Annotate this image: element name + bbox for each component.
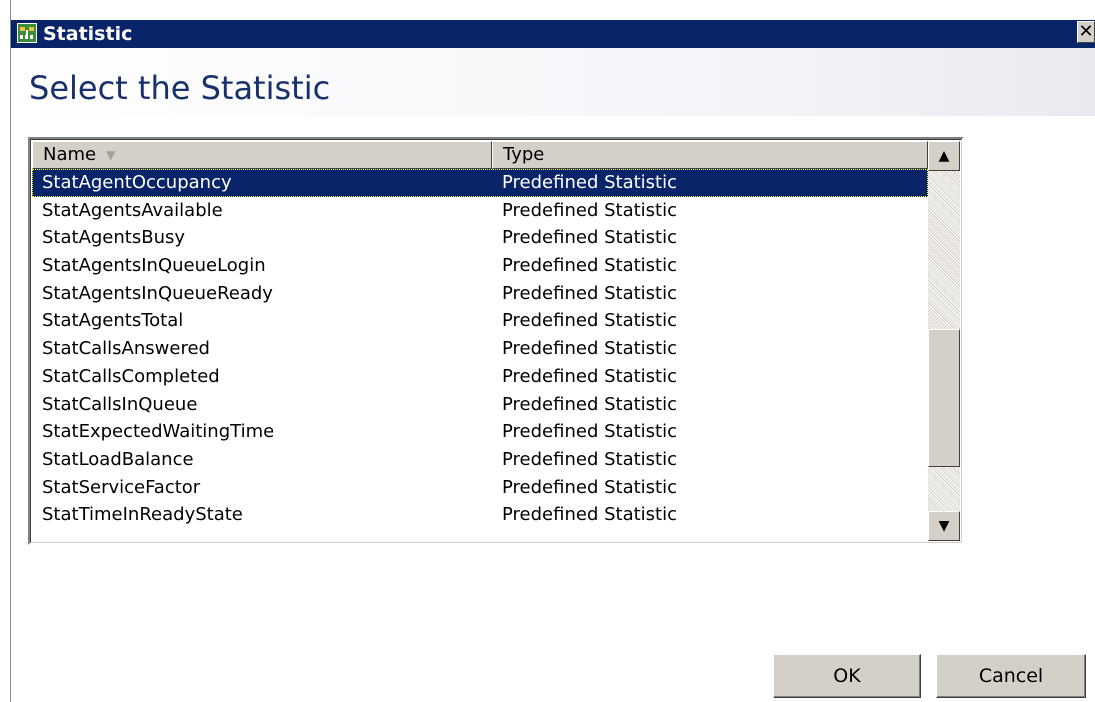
row-type-cell: Predefined Statistic bbox=[502, 365, 677, 387]
list-row[interactable]: StatAgentsTotal Predefined Statistic bbox=[32, 307, 928, 335]
row-type-cell: Predefined Statistic bbox=[502, 393, 677, 415]
statistic-list-frame: Name ▼ Type StatAgentOccupancy Predefined … bbox=[30, 139, 962, 543]
window-title: Statistic bbox=[43, 23, 133, 45]
sort-descending-icon: ▼ bbox=[106, 148, 116, 162]
list-row[interactable]: StatCallsCompleted Predefined Statistic bbox=[32, 363, 928, 391]
row-type-cell: Predefined Statistic bbox=[502, 504, 677, 526]
ok-button[interactable]: OK bbox=[773, 654, 921, 698]
list-rows: StatAgentOccupancy Predefined Statistic St… bbox=[32, 169, 928, 541]
statistic-app-icon bbox=[17, 23, 37, 43]
row-type-cell: Predefined Statistic bbox=[502, 338, 677, 360]
row-name-cell: StatAgentOccupancy bbox=[42, 172, 232, 193]
list-row[interactable]: StatServiceFactor Predefined Statistic bbox=[32, 474, 928, 502]
row-name-cell: StatAgentsInQueueReady bbox=[42, 282, 273, 304]
close-button[interactable]: ✕ bbox=[1077, 21, 1095, 43]
row-type-cell: Predefined Statistic bbox=[502, 282, 677, 304]
row-name-cell: StatAgentsInQueueLogin bbox=[42, 255, 266, 277]
column-header-name-label: Name bbox=[43, 144, 97, 165]
column-header-name[interactable]: Name ▼ bbox=[32, 141, 492, 169]
row-type-cell: Predefined Statistic bbox=[502, 310, 677, 332]
list-row[interactable]: StatCallsAnswered Predefined Statistic bbox=[32, 335, 928, 363]
statistic-list[interactable]: Name ▼ Type StatAgentOccupancy Predefined … bbox=[28, 137, 964, 545]
row-name-cell: StatCallsAnswered bbox=[42, 338, 210, 360]
scroll-up-button[interactable]: ▲ bbox=[928, 141, 960, 171]
list-row[interactable]: StatExpectedWaitingTime Predefined Statis… bbox=[32, 418, 928, 446]
row-name-cell: StatAgentsAvailable bbox=[42, 199, 223, 221]
column-header-type-label: Type bbox=[503, 144, 545, 165]
list-row-partial[interactable]: ... Variable bbox=[32, 529, 928, 541]
list-row[interactable]: StatLoadBalance Predefined Statistic bbox=[32, 446, 928, 474]
list-row[interactable]: StatCallsInQueue Predefined Statistic bbox=[32, 391, 928, 419]
row-name-cell: StatExpectedWaitingTime bbox=[42, 421, 275, 443]
list-header: Name ▼ Type bbox=[32, 141, 928, 169]
row-name-cell: StatAgentsBusy bbox=[42, 227, 186, 249]
row-name-cell: StatAgentsTotal bbox=[42, 310, 184, 332]
list-row[interactable]: StatAgentsBusy Predefined Statistic bbox=[32, 224, 928, 252]
scroll-down-button[interactable]: ▼ bbox=[928, 511, 960, 541]
title-bar-strip[interactable] bbox=[11, 20, 1095, 48]
row-name-cell: StatTimeInReadyState bbox=[42, 504, 243, 526]
list-row[interactable]: StatAgentsInQueueReady Predefined Statist… bbox=[32, 280, 928, 308]
row-type-cell: Predefined Statistic bbox=[502, 476, 677, 498]
row-type-cell: Predefined Statistic bbox=[502, 172, 677, 193]
vertical-scrollbar[interactable]: ▲ ▼ bbox=[928, 141, 960, 541]
row-name-cell: StatServiceFactor bbox=[42, 476, 201, 498]
row-type-cell: Predefined Statistic bbox=[502, 227, 677, 249]
cancel-button[interactable]: Cancel bbox=[936, 654, 1086, 698]
list-row[interactable]: StatAgentsInQueueLogin Predefined Statist… bbox=[32, 252, 928, 280]
list-row[interactable]: StatTimeInReadyState Predefined Statistic bbox=[32, 501, 928, 529]
page-title: Select the Statistic bbox=[29, 69, 331, 107]
list-row[interactable]: StatAgentOccupancy Predefined Statistic bbox=[32, 169, 928, 197]
row-type-cell: Predefined Statistic bbox=[502, 448, 677, 470]
title-bar bbox=[11, 0, 1095, 20]
column-header-type[interactable]: Type bbox=[492, 141, 928, 169]
row-type-cell: Predefined Statistic bbox=[502, 421, 677, 443]
statistic-dialog: Statistic ✕ Select the Statistic Name ▼ T… bbox=[10, 0, 1095, 702]
row-name-cell: StatCallsCompleted bbox=[42, 365, 220, 387]
list-row[interactable]: StatAgentsAvailable Predefined Statistic bbox=[32, 197, 928, 225]
row-type-cell: Predefined Statistic bbox=[502, 255, 677, 277]
scroll-thumb[interactable] bbox=[928, 328, 960, 467]
row-type-cell: Predefined Statistic bbox=[502, 199, 677, 221]
row-name-cell: StatCallsInQueue bbox=[42, 393, 198, 415]
row-name-cell: StatLoadBalance bbox=[42, 448, 194, 470]
row-type-cell: Variable bbox=[502, 537, 575, 541]
row-name-cell: ... bbox=[42, 537, 59, 541]
